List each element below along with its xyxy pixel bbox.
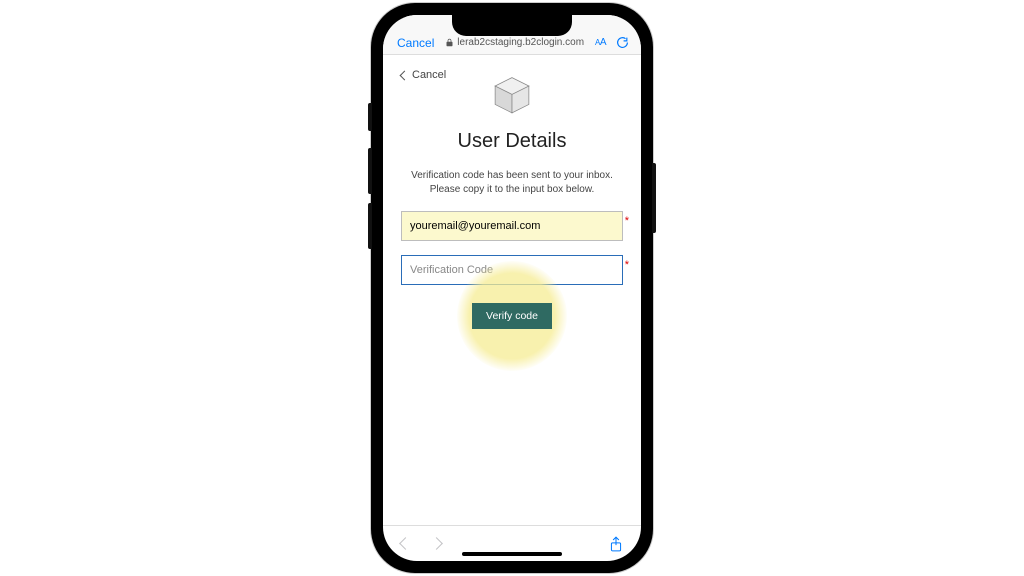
page-content: Cancel User Details Verification code ha… — [383, 55, 641, 525]
phone-frame: Cancel lerab2cstaging.b2clogin.com AA Ca… — [371, 3, 653, 573]
back-label: Cancel — [412, 69, 446, 81]
browser-cancel-button[interactable]: Cancel — [397, 36, 434, 50]
verify-button-wrap: Verify code — [401, 303, 623, 329]
home-indicator[interactable] — [462, 552, 562, 556]
cube-icon — [489, 73, 535, 119]
lock-icon — [445, 38, 454, 47]
required-indicator: * — [625, 215, 629, 227]
text-size-button[interactable]: AA — [595, 37, 606, 48]
phone-volume-up — [368, 148, 372, 194]
instruction-text: Verification code has been sent to your … — [401, 169, 623, 197]
phone-silent-switch — [368, 103, 372, 131]
refresh-icon[interactable] — [616, 36, 629, 49]
page-title: User Details — [401, 130, 623, 153]
phone-volume-down — [368, 203, 372, 249]
share-icon[interactable] — [609, 536, 623, 552]
phone-power-button — [652, 163, 656, 233]
phone-notch — [452, 14, 572, 36]
nav-forward-button[interactable] — [430, 537, 443, 550]
screen: Cancel lerab2cstaging.b2clogin.com AA Ca… — [383, 15, 641, 561]
browser-url-text: lerab2cstaging.b2clogin.com — [457, 37, 584, 48]
email-field-wrap: * — [401, 211, 623, 241]
nav-back-button[interactable] — [399, 537, 412, 550]
required-indicator: * — [625, 259, 629, 271]
browser-address[interactable]: lerab2cstaging.b2clogin.com — [445, 37, 584, 48]
email-field[interactable] — [401, 211, 623, 241]
verify-code-button[interactable]: Verify code — [472, 303, 552, 329]
